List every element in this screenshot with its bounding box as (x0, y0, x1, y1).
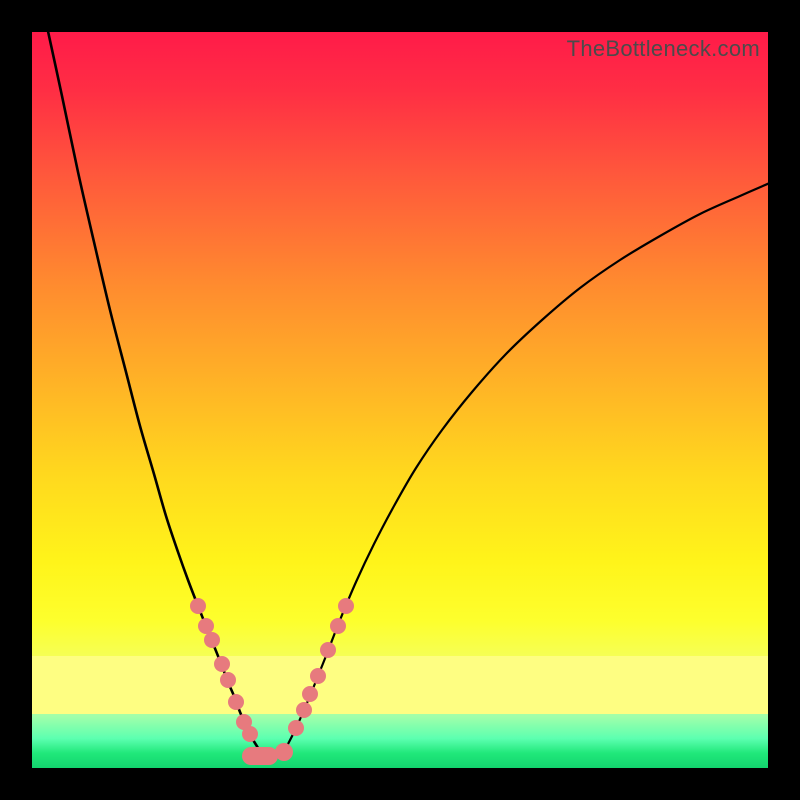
data-marker (320, 642, 336, 658)
data-marker (228, 694, 244, 710)
data-marker (190, 598, 206, 614)
marker-layer (190, 598, 354, 765)
curve-right (280, 182, 768, 758)
data-marker (220, 672, 236, 688)
data-marker (302, 686, 318, 702)
chart-svg (32, 32, 768, 768)
data-marker (310, 668, 326, 684)
chart-frame: TheBottleneck.com (0, 0, 800, 800)
data-marker-oblong (242, 747, 278, 765)
data-marker (204, 632, 220, 648)
data-marker (214, 656, 230, 672)
plot-area: TheBottleneck.com (32, 32, 768, 768)
curve-left (46, 32, 264, 758)
data-marker (198, 618, 214, 634)
data-marker (330, 618, 346, 634)
data-marker (275, 743, 293, 761)
data-marker (338, 598, 354, 614)
data-marker (296, 702, 312, 718)
attribution-label: TheBottleneck.com (567, 36, 760, 62)
data-marker (242, 726, 258, 742)
data-marker (288, 720, 304, 736)
